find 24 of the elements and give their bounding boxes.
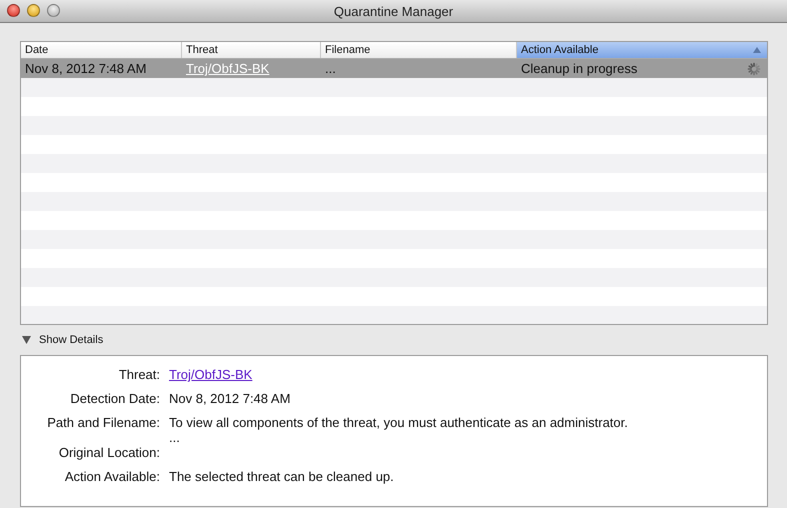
threat-link[interactable]: Troj/ObfJS-BK (169, 367, 252, 382)
show-details-label[interactable]: Show Details (39, 334, 104, 346)
field-label: Detection Date: (69, 391, 160, 408)
field-value: Nov 8, 2012 7:48 AM (169, 391, 290, 406)
field-value: ... (169, 430, 181, 445)
field-value: The selected threat can be cleaned up. (169, 469, 394, 484)
filename-cell-text: ... (324, 61, 337, 76)
column-header[interactable]: Action Available (517, 42, 767, 58)
field-label: Action Available: (64, 469, 160, 486)
sort-arrow-icon (753, 47, 761, 53)
date-cell-text: Nov 8, 2012 7:48 AM (24, 61, 148, 76)
disclosure-triangle-icon[interactable] (22, 336, 31, 344)
column-header[interactable]: Threat (182, 42, 321, 58)
action-cell: Cleanup in progress (521, 61, 638, 76)
field-value: To view all components of the threat, you must authenticate as an administrator. (169, 415, 628, 430)
table-row[interactable]: Nov 8, 2012 7:48 AM Troj/ObfJS-BK ... Cleanup in progress (21, 59, 767, 78)
field-label: Original Location: (58, 445, 160, 462)
window-title: Quarantine Manager (334, 4, 454, 18)
zoom-button[interactable] (47, 4, 60, 17)
close-button[interactable] (7, 4, 20, 17)
field-label: Threat: (118, 367, 160, 384)
column-header[interactable]: Date (21, 42, 182, 58)
field-label: Path and Filename: (46, 415, 160, 432)
minimize-button[interactable] (27, 4, 40, 17)
